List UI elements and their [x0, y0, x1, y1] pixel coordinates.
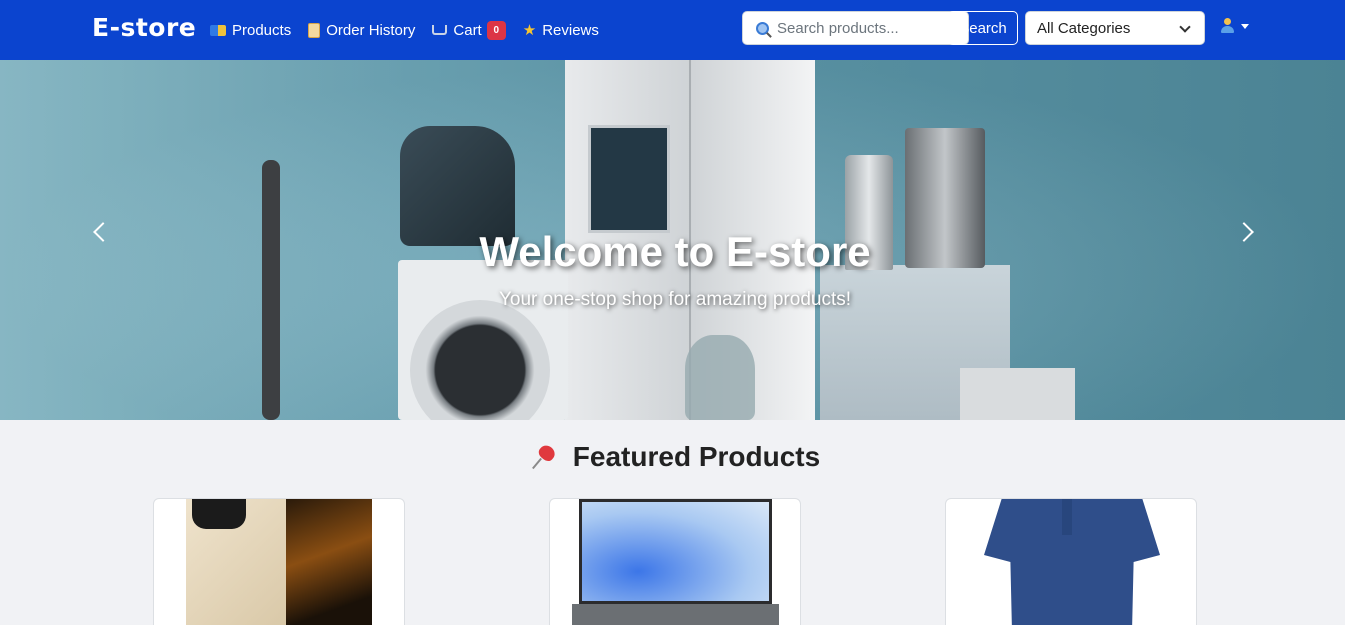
- hero-image-microwave: [960, 368, 1075, 420]
- nav-link-reviews[interactable]: ★ Reviews: [523, 22, 599, 39]
- polo-shirt-body: [984, 499, 1160, 625]
- nav-link-order-history[interactable]: Order History: [308, 22, 415, 39]
- featured-title-text: Featured Products: [572, 441, 821, 472]
- product-card[interactable]: [549, 498, 801, 625]
- phone-screen: [286, 499, 372, 625]
- laptop-base: [572, 604, 779, 625]
- laptop-screen: [579, 499, 772, 604]
- products-icon: [210, 24, 226, 36]
- chevron-down-icon: [1179, 21, 1191, 33]
- category-select[interactable]: All Categories: [1025, 11, 1205, 45]
- pushpin-icon: [533, 444, 559, 470]
- category-selected-value: All Categories: [1037, 19, 1131, 37]
- hero-carousel: Welcome to E-store Your one-stop shop fo…: [0, 60, 1345, 420]
- search-icon: [756, 21, 769, 35]
- featured-products-heading: Featured Products: [0, 441, 1345, 473]
- scroll-icon: [308, 22, 321, 38]
- product-card[interactable]: [945, 498, 1197, 625]
- hero-subtitle: Your one-stop shop for amazing products!: [498, 289, 852, 310]
- nav-links: Products Order History Cart 0 ★ Reviews: [210, 0, 616, 60]
- search-button[interactable]: Search: [948, 11, 1018, 45]
- nav-link-label: Cart: [453, 21, 482, 39]
- product-card[interactable]: [153, 498, 405, 625]
- search-input[interactable]: [777, 19, 957, 37]
- hero-image-dispenser: [588, 125, 670, 233]
- user-icon: [1221, 18, 1234, 34]
- caret-down-icon: [1241, 23, 1249, 29]
- navbar: E-store Products Order History Cart 0 ★ …: [0, 0, 1345, 60]
- nav-link-label: Order History: [326, 21, 416, 39]
- star-icon: ★: [522, 21, 537, 39]
- user-menu-toggle[interactable]: [1221, 18, 1249, 34]
- nav-link-products[interactable]: Products: [210, 22, 291, 39]
- hero-image-kettle: [685, 335, 755, 420]
- cart-icon: [432, 25, 448, 35]
- nav-link-label: Reviews: [542, 21, 599, 39]
- cart-count-badge: 0: [486, 20, 506, 40]
- nav-link-cart[interactable]: Cart 0: [432, 20, 506, 40]
- polo-shirt-placket: [1062, 499, 1072, 535]
- phone-camera: [192, 499, 246, 529]
- nav-link-label: Products: [232, 21, 292, 39]
- hero-title: Welcome to E-store: [479, 228, 871, 275]
- brand-logo[interactable]: E-store: [92, 13, 196, 42]
- search-field[interactable]: [742, 11, 969, 45]
